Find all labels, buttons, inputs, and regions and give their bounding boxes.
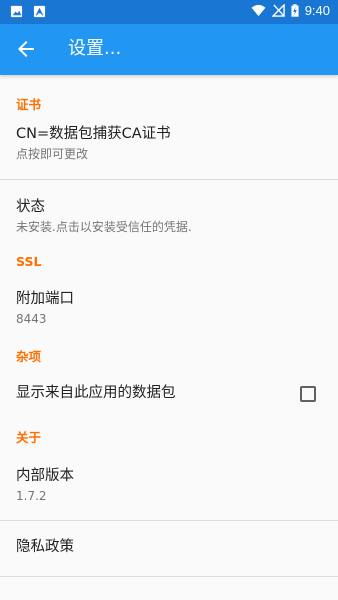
section-header-about: 关于 (16, 430, 42, 445)
section-header-misc: 杂项 (16, 349, 42, 364)
divider (0, 576, 338, 577)
back-arrow-icon[interactable] (14, 37, 38, 61)
pref-title: 状态 (16, 199, 45, 215)
no-signal-icon (271, 4, 285, 17)
pref-summary: 未安装.点击以安装受信任的凭据. (16, 220, 192, 234)
pref-title: 内部版本 (16, 468, 74, 484)
pref-title: 显示来自此应用的数据包 (16, 385, 176, 401)
pref-ca-certificate[interactable]: CN=数据包捕获CA证书 点按即可更改 (0, 75, 338, 179)
pref-additional-port[interactable]: 附加端口 8443 (0, 282, 338, 339)
app-bar: 设置... (0, 24, 338, 75)
pref-title: 隐私政策 (16, 539, 74, 555)
battery-charging-icon (291, 4, 299, 17)
show-own-packets-checkbox[interactable] (300, 386, 316, 402)
pref-build-version[interactable]: 内部版本 1.7.2 (0, 453, 338, 520)
pref-privacy-policy[interactable]: 隐私政策 (0, 521, 338, 576)
pref-show-own-packets[interactable]: 显示来自此应用的数据包 (0, 374, 338, 418)
a-notification-icon (33, 5, 46, 18)
pref-cert-status[interactable]: 状态 未安装.点击以安装受信任的凭据. (0, 180, 338, 250)
pref-summary: 点按即可更改 (16, 147, 89, 161)
section-header-ssl: SSL (16, 254, 42, 269)
pref-title: 附加端口 (16, 291, 74, 307)
status-bar-system: 9:40 (251, 3, 330, 18)
pref-summary: 1.7.2 (16, 489, 47, 503)
pref-summary: 8443 (16, 312, 47, 326)
status-bar: 9:40 (0, 0, 338, 24)
pref-title: CN=数据包捕获CA证书 (16, 126, 171, 142)
settings-list: 证书 CN=数据包捕获CA证书 点按即可更改 状态 未安装.点击以安装受信任的凭… (0, 75, 338, 577)
image-notification-icon (10, 5, 23, 18)
status-time: 9:40 (304, 3, 330, 18)
status-bar-notifications (10, 5, 46, 18)
page-title: 设置... (68, 38, 122, 59)
wifi-icon (251, 4, 266, 17)
